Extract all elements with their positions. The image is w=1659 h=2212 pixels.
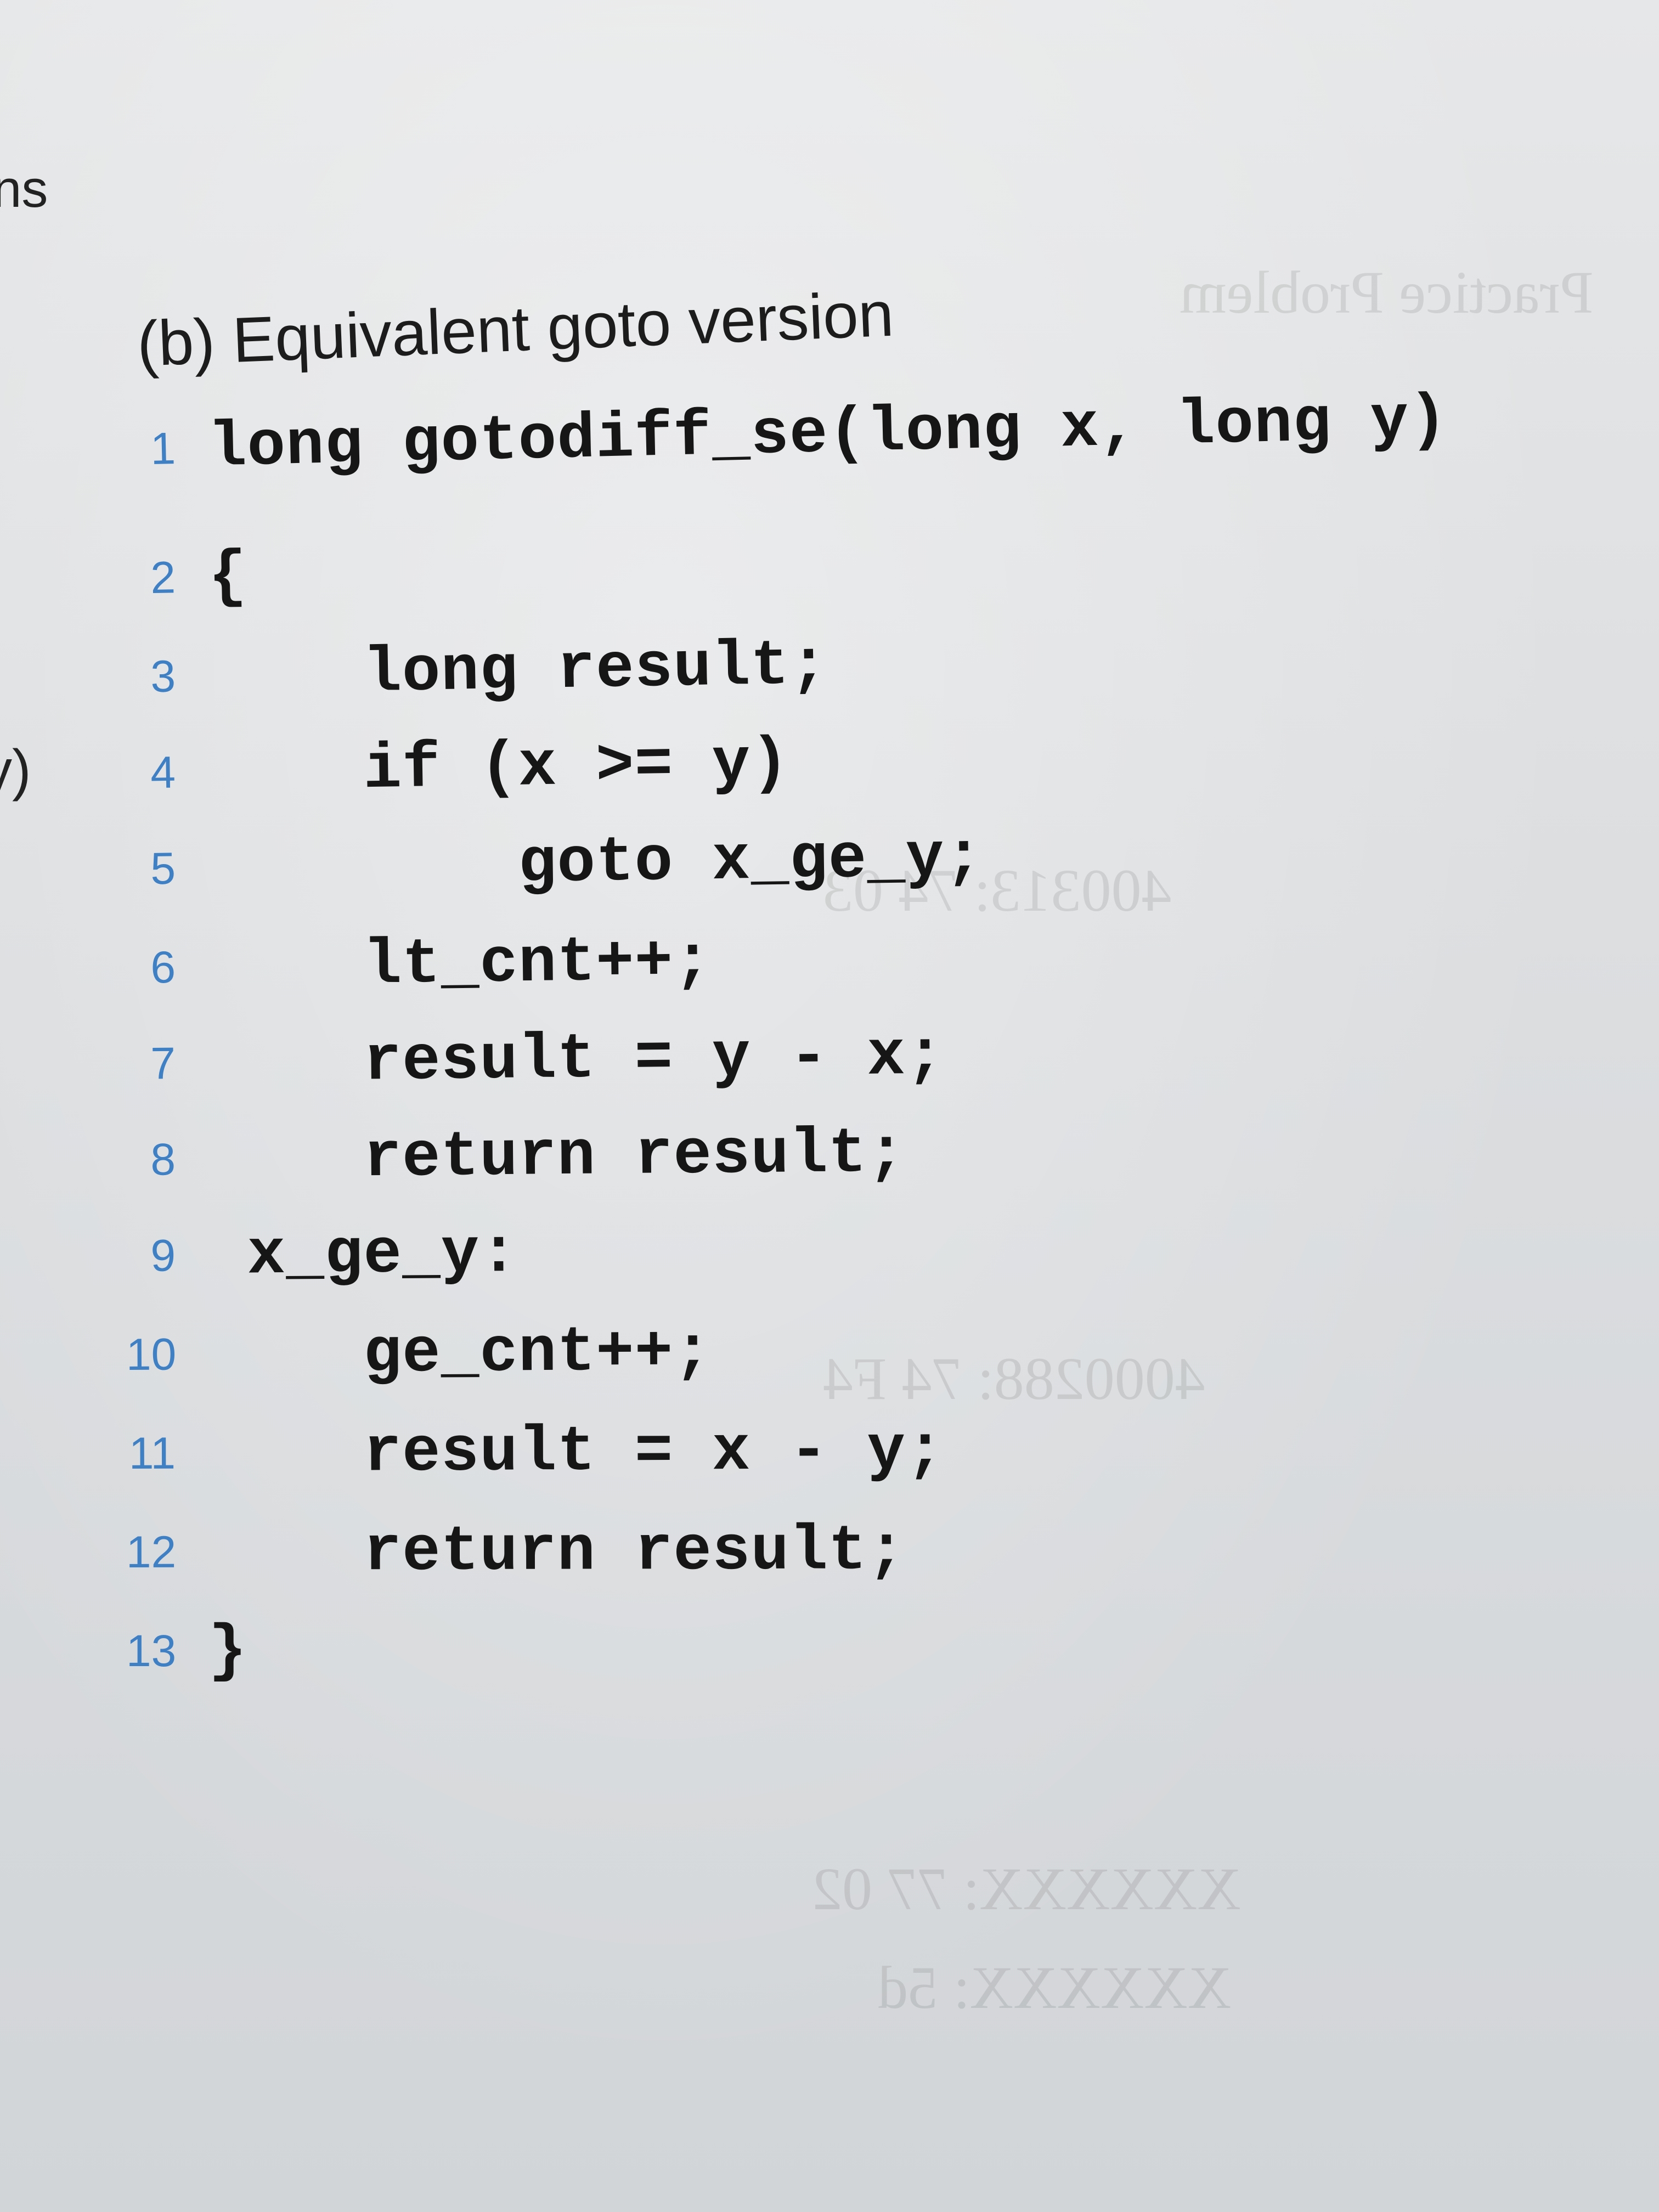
line-number: 10 — [126, 1329, 177, 1380]
code-text: return result; — [208, 1515, 906, 1589]
code-line: 8 return result; — [126, 1106, 1651, 1201]
line-number: 5 — [150, 843, 176, 894]
code-line: 10 ge_cnt++; — [126, 1306, 1652, 1396]
code-text: long gotodiff_se(long x, long y) — [207, 383, 1449, 484]
line-number: 11 — [128, 1428, 176, 1479]
code-text: ge_cnt++; — [208, 1316, 713, 1391]
code-line: 2 { — [126, 509, 1652, 620]
bleed-through-text: XXXXXX: 5d — [878, 1954, 1232, 2021]
code-line: 7 result = y - x; — [126, 1007, 1651, 1105]
code-line: 9 x_ge_y: — [126, 1205, 1651, 1297]
line-number: 3 — [150, 651, 176, 702]
code-text: } — [208, 1615, 247, 1688]
line-number: 13 — [126, 1626, 177, 1676]
book-page: Practice Problem 400313: 74 03 4000288: … — [0, 0, 1659, 2212]
code-text: { — [207, 540, 248, 614]
code-line: 6 lt_cnt++; — [126, 909, 1652, 1009]
line-number: 8 — [150, 1135, 176, 1185]
code-text: goto x_ge_y; — [208, 821, 984, 905]
code-listing: 1 long gotodiff_se(long x, long y) 2 { 3… — [0, 0, 1659, 1756]
code-text: result = x - y; — [208, 1414, 945, 1490]
code-text: return result; — [208, 1117, 906, 1196]
code-text: result = y - x; — [208, 1019, 945, 1100]
code-line: 1 long gotodiff_se(long x, long y) — [125, 374, 1652, 491]
code-line: 5 goto x_ge_y; — [126, 807, 1652, 911]
line-number: 6 — [150, 942, 176, 993]
code-line: 12 return result; — [126, 1509, 1651, 1594]
code-line: 11 result = x - y; — [126, 1407, 1652, 1495]
code-line: 4 if (x >= y) — [126, 708, 1652, 815]
line-number: 2 — [150, 552, 176, 603]
code-line: 3 long result; — [126, 610, 1652, 718]
code-text: x_ge_y: — [208, 1217, 519, 1292]
line-number: 12 — [126, 1527, 177, 1577]
line-number: 1 — [150, 423, 176, 474]
code-text: long result; — [207, 629, 829, 713]
code-text: if (x >= y) — [207, 727, 791, 809]
bleed-through-text: XXXXXX: 77 02 — [812, 1855, 1242, 1922]
code-line: 13 } — [126, 1610, 1651, 1692]
line-number: 9 — [150, 1231, 176, 1281]
code-text: lt_cnt++; — [208, 924, 713, 1004]
line-number: 7 — [150, 1039, 176, 1089]
line-number: 4 — [150, 747, 176, 798]
